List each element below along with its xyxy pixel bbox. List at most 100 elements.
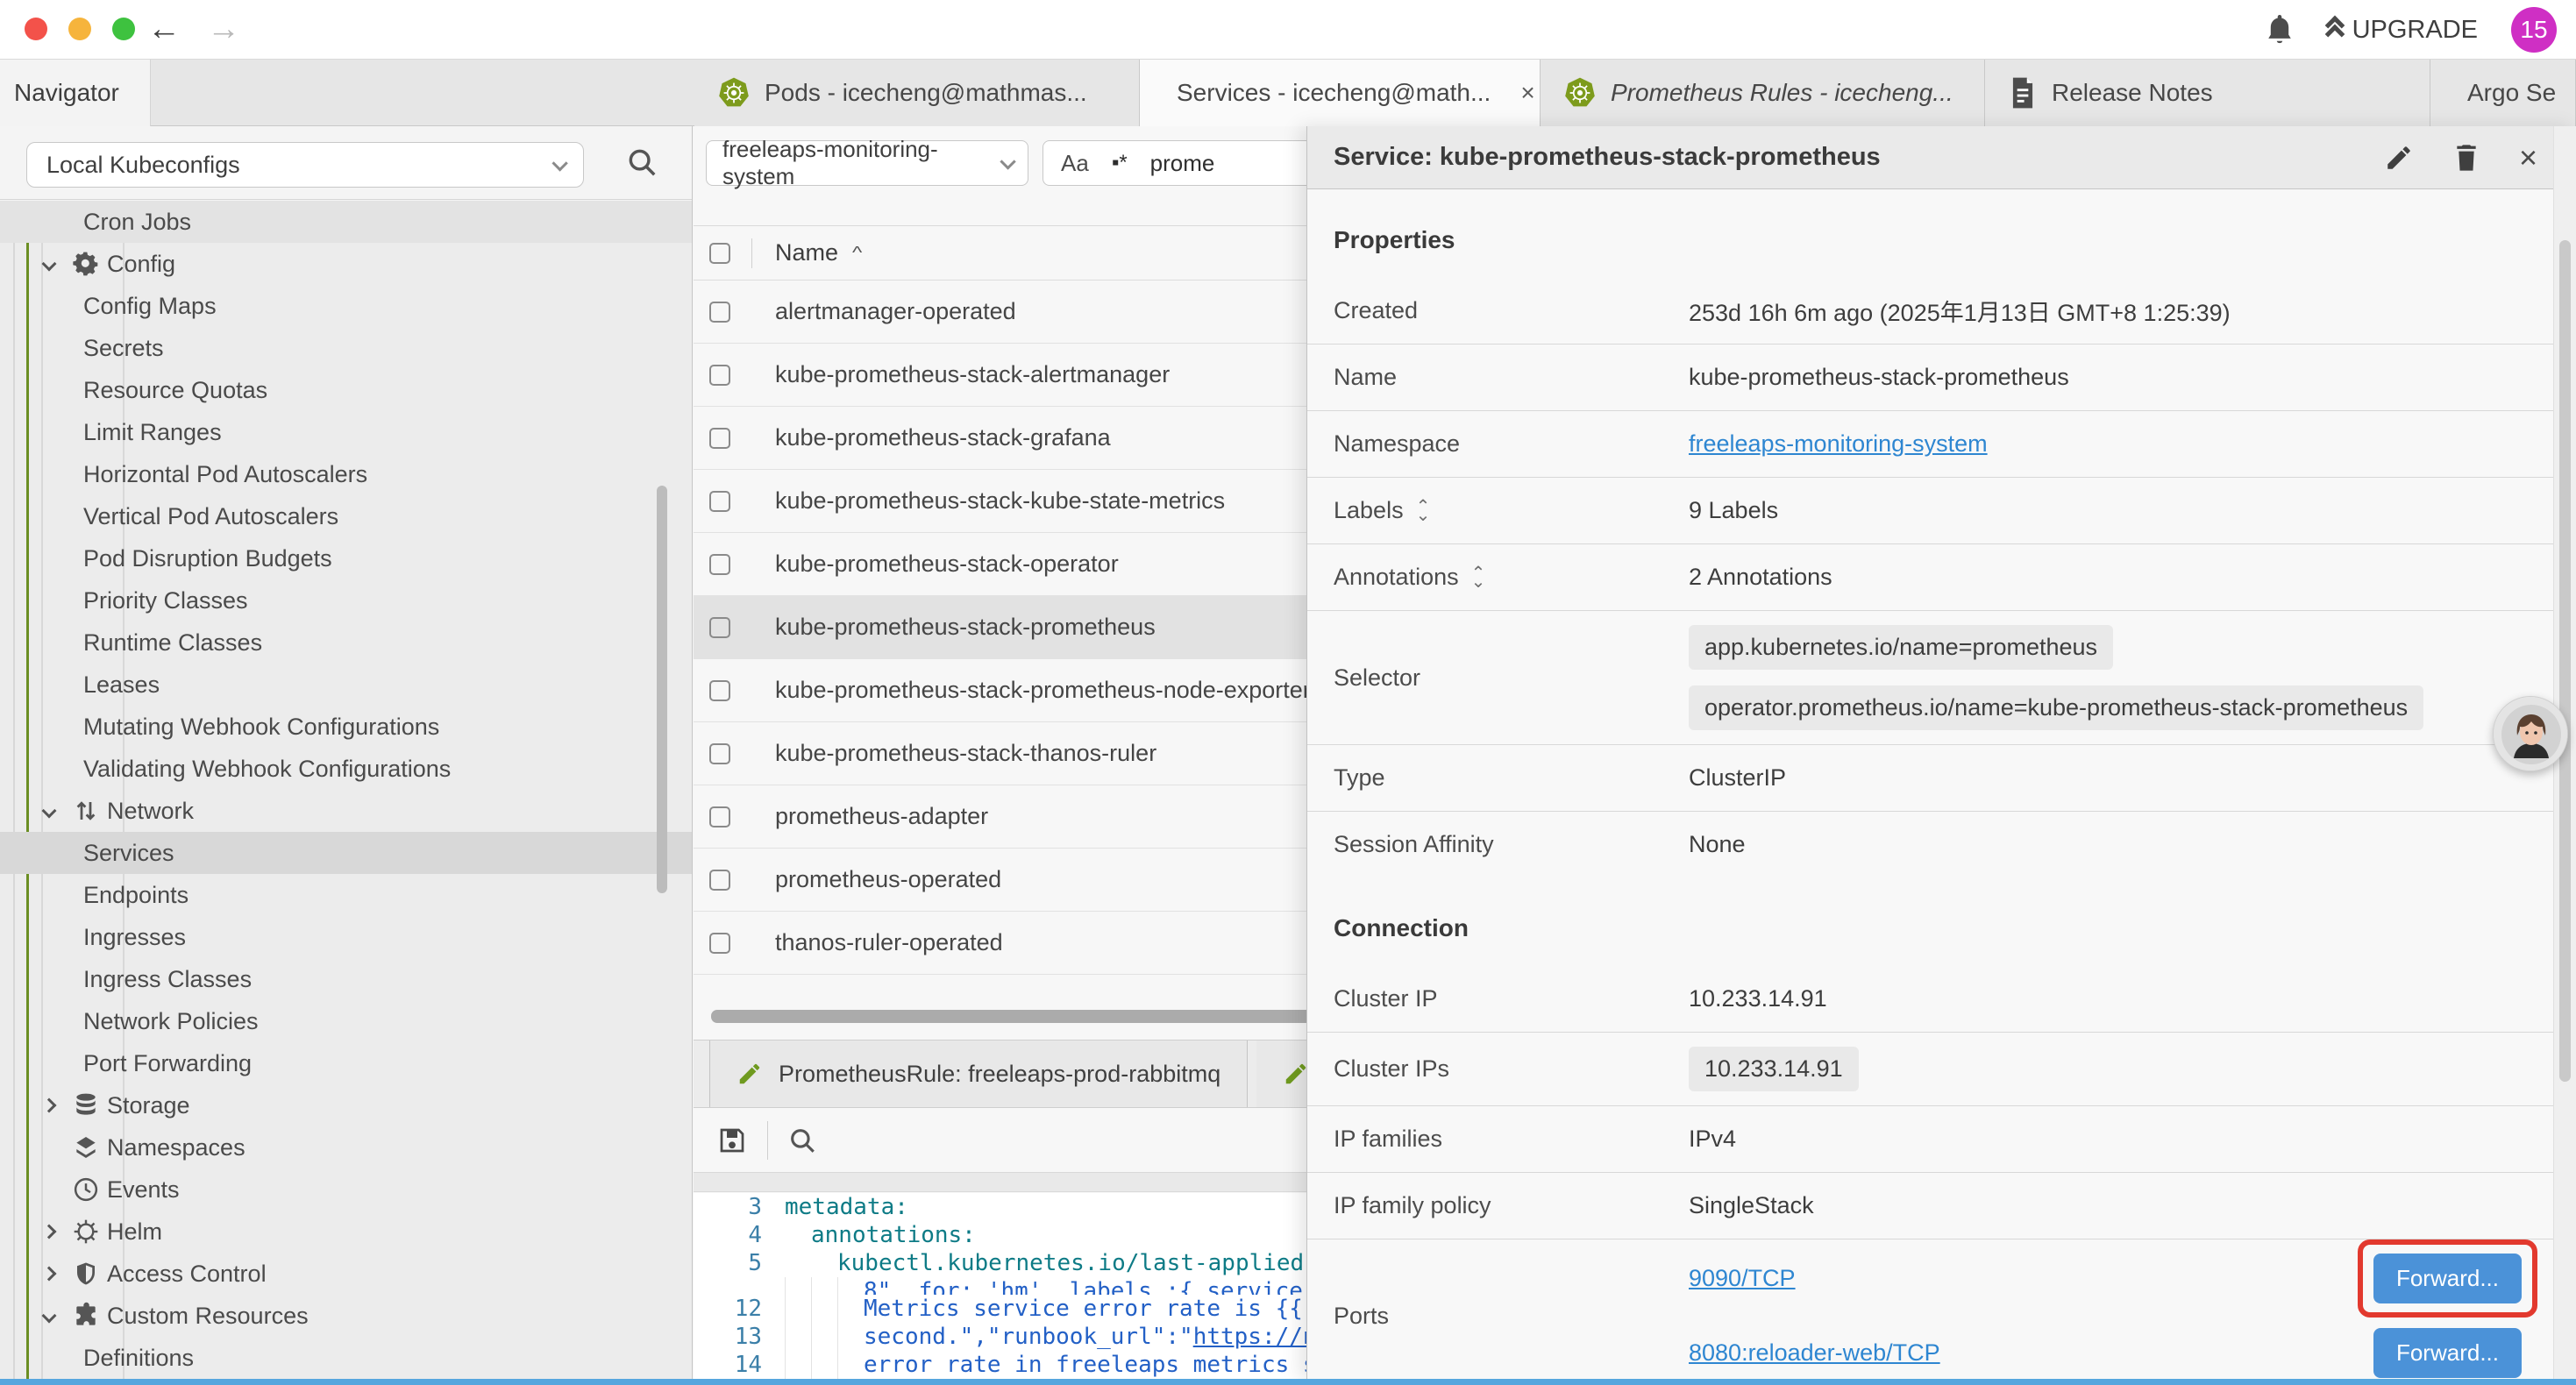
tree-item-horizontal-pod-autoscalers[interactable]: Horizontal Pod Autoscalers: [0, 453, 692, 495]
value-text: kube-prometheus-stack-prometheus: [1689, 364, 2576, 391]
value-text: 253d 16h 6m ago (2025年1月13日 GMT+8 1:25:3…: [1689, 294, 2576, 328]
sidebar-scrollbar[interactable]: [657, 486, 667, 893]
kubeconfig-select[interactable]: Local Kubeconfigs: [26, 142, 584, 188]
navigator-sidebar: Local Kubeconfigs Cron JobsConfig Config …: [0, 126, 693, 1380]
property-label: IP family policy: [1307, 1192, 1689, 1219]
tree-item-label: Config Maps: [83, 293, 217, 320]
row-checkbox[interactable]: [709, 680, 730, 701]
sort-ascending-icon[interactable]: ^: [852, 243, 862, 262]
tree-item-priority-classes[interactable]: Priority Classes: [0, 579, 692, 621]
tree-item-secrets[interactable]: Secrets: [0, 327, 692, 369]
chevron-down-icon[interactable]: [42, 804, 57, 819]
notification-count-badge[interactable]: 15: [2511, 7, 2557, 53]
match-case-toggle[interactable]: Aa: [1061, 150, 1089, 177]
tree-item-leases[interactable]: Leases: [0, 664, 692, 706]
tab-label: Services - icecheng@math...: [1177, 79, 1491, 107]
tree-item-mutating-webhook-configurations[interactable]: Mutating Webhook Configurations: [0, 706, 692, 748]
tab-pods[interactable]: Pods - icecheng@mathmas...: [694, 60, 1140, 126]
tab-navigator[interactable]: Navigator: [0, 60, 151, 126]
property-value: kube-prometheus-stack-prometheus: [1689, 350, 2576, 405]
tree-item-port-forwarding[interactable]: Port Forwarding: [0, 1042, 692, 1084]
tree-item-vertical-pod-autoscalers[interactable]: Vertical Pod Autoscalers: [0, 495, 692, 537]
chevron-right-icon[interactable]: [42, 1267, 57, 1282]
chevron-right-icon[interactable]: [42, 1098, 57, 1113]
edit-pencil-icon[interactable]: [2384, 143, 2414, 173]
chevron-down-icon[interactable]: [42, 257, 57, 272]
name-column-header[interactable]: Name: [775, 239, 838, 266]
tree-item-runtime-classes[interactable]: Runtime Classes: [0, 621, 692, 664]
namespace-link[interactable]: freeleaps-monitoring-system: [1689, 430, 2576, 458]
maximize-window-button[interactable]: [112, 18, 135, 40]
sort-toggle-icon[interactable]: ⌃⌄: [1416, 502, 1431, 520]
tree-item-namespaces[interactable]: Namespaces: [0, 1126, 692, 1168]
port-link[interactable]: 8080:reloader-web/TCP: [1689, 1339, 1940, 1367]
tree-item-ingresses[interactable]: Ingresses: [0, 916, 692, 958]
indent-guide: [785, 1295, 811, 1323]
tree-item-network[interactable]: Network: [0, 790, 692, 832]
row-checkbox[interactable]: [709, 806, 730, 827]
tab-argo[interactable]: Argo Se: [2430, 60, 2576, 126]
forward-arrow-icon[interactable]: →: [207, 12, 240, 46]
tree-item-access-control[interactable]: Access Control: [0, 1253, 692, 1295]
row-checkbox[interactable]: [709, 491, 730, 512]
tree-item-limit-ranges[interactable]: Limit Ranges: [0, 411, 692, 453]
upgrade-button[interactable]: UPGRADE: [2328, 16, 2478, 45]
close-window-button[interactable]: [25, 18, 47, 40]
service-name: alertmanager-operated: [775, 298, 1016, 325]
tree-item-config-maps[interactable]: Config Maps: [0, 285, 692, 327]
row-checkbox[interactable]: [709, 743, 730, 764]
delete-trash-icon[interactable]: [2452, 142, 2480, 174]
row-checkbox[interactable]: [709, 554, 730, 575]
tree-item-endpoints[interactable]: Endpoints: [0, 874, 692, 916]
back-arrow-icon[interactable]: ←: [147, 12, 181, 46]
tree-item-network-policies[interactable]: Network Policies: [0, 1000, 692, 1042]
close-tab-icon[interactable]: ×: [1520, 79, 1534, 107]
namespace-select[interactable]: freeleaps-monitoring-system: [706, 140, 1028, 186]
tree-item-helm[interactable]: Helm: [0, 1211, 692, 1253]
line-number: 5: [694, 1249, 762, 1277]
row-checkbox[interactable]: [709, 617, 730, 638]
save-icon[interactable]: [716, 1125, 748, 1156]
minimize-window-button[interactable]: [68, 18, 91, 40]
tab-prometheus[interactable]: Prometheus Rules - icecheng...: [1541, 60, 1985, 126]
tree-item-pod-disruption-budgets[interactable]: Pod Disruption Budgets: [0, 537, 692, 579]
row-checkbox[interactable]: [709, 302, 730, 323]
tree-item-definitions[interactable]: Definitions: [0, 1337, 692, 1379]
tree-item-services[interactable]: Services: [0, 832, 692, 874]
notifications-bell-icon[interactable]: [2265, 13, 2295, 46]
select-all-checkbox[interactable]: [709, 243, 730, 264]
code-text: 8", for: 'hm', labels :{ service :: [864, 1277, 1330, 1295]
indent-guide: [837, 1323, 864, 1351]
editor-tab-prometheusrule[interactable]: PrometheusRule: freeleaps-prod-rabbitmq: [709, 1041, 1248, 1107]
tree-item-ingress-classes[interactable]: Ingress Classes: [0, 958, 692, 1000]
tree-item-config[interactable]: Config: [0, 243, 692, 285]
window-controls[interactable]: [25, 18, 135, 40]
property-row-annotations: Annotations⌃⌄2 Annotations: [1307, 543, 2576, 610]
tree-item-label: Vertical Pod Autoscalers: [83, 503, 338, 530]
row-checkbox[interactable]: [709, 365, 730, 386]
port-link[interactable]: 9090/TCP: [1689, 1265, 1796, 1292]
drawer-scrollbar-thumb[interactable]: [2559, 240, 2571, 1082]
helm-icon: [70, 1216, 102, 1247]
tree-item-custom-resources[interactable]: Custom Resources: [0, 1295, 692, 1337]
user-avatar[interactable]: [2493, 696, 2568, 771]
tree-item-storage[interactable]: Storage: [0, 1084, 692, 1126]
row-checkbox[interactable]: [709, 870, 730, 891]
tree-item-resource-quotas[interactable]: Resource Quotas: [0, 369, 692, 411]
close-icon[interactable]: ×: [2519, 142, 2537, 174]
tree-item-label: Validating Webhook Configurations: [83, 756, 451, 783]
tree-item-validating-webhook-configurations[interactable]: Validating Webhook Configurations: [0, 748, 692, 790]
tree-item-cron-jobs[interactable]: Cron Jobs: [0, 201, 692, 243]
sort-toggle-icon[interactable]: ⌃⌄: [1471, 569, 1486, 586]
tab-release[interactable]: Release Notes: [1985, 60, 2430, 126]
regex-toggle[interactable]: ▪*: [1112, 151, 1128, 175]
row-checkbox[interactable]: [709, 428, 730, 449]
chevron-right-icon[interactable]: [42, 1225, 57, 1239]
sidebar-search-icon[interactable]: [625, 146, 658, 179]
forward-button[interactable]: Forward...: [2373, 1328, 2522, 1378]
tree-item-events[interactable]: Events: [0, 1168, 692, 1211]
chevron-down-icon[interactable]: [42, 1309, 57, 1324]
tab-services[interactable]: Services - icecheng@math... ×: [1140, 60, 1541, 126]
editor-search-icon[interactable]: [787, 1126, 817, 1155]
row-checkbox[interactable]: [709, 933, 730, 954]
